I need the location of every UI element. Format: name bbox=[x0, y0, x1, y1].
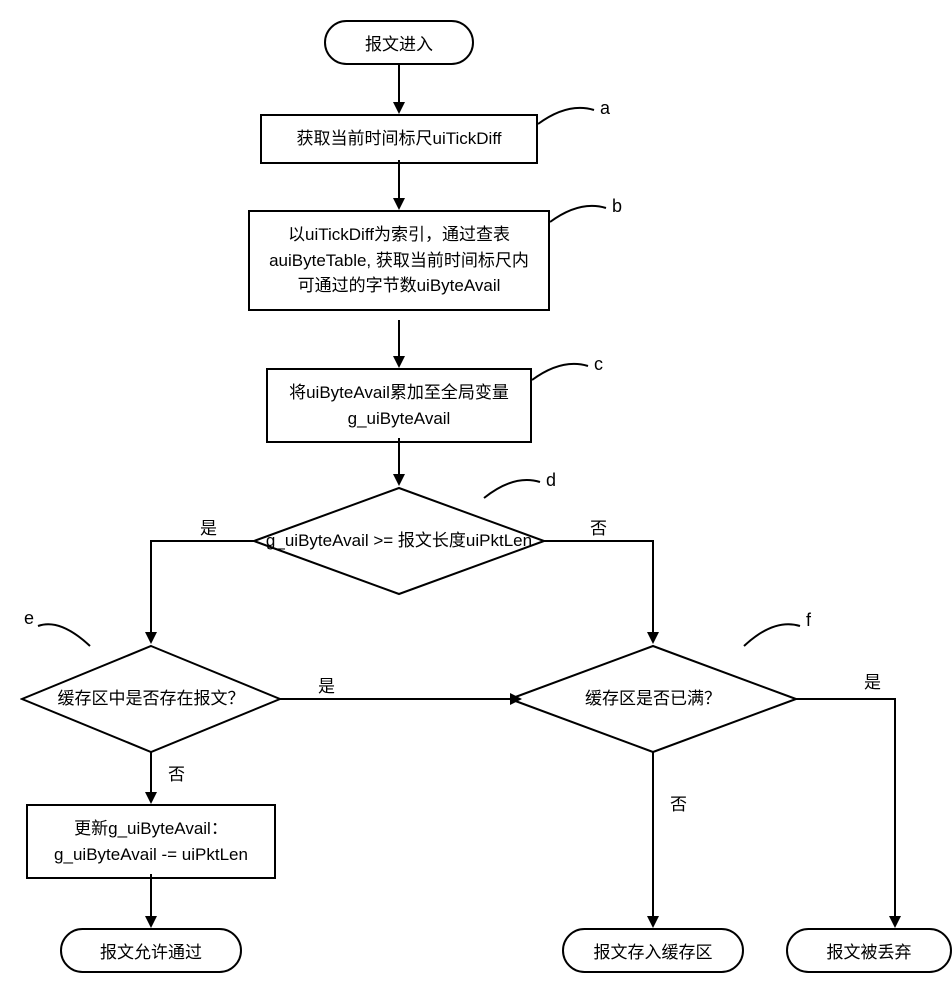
process-b: 以uiTickDiff为索引，通过查表auiByteTable, 获取当前时间标… bbox=[248, 210, 550, 311]
branch-no: 否 bbox=[168, 760, 185, 785]
branch-yes: 是 bbox=[318, 672, 335, 697]
arrowhead bbox=[393, 198, 405, 210]
connector bbox=[796, 698, 896, 700]
connector bbox=[652, 540, 654, 634]
connector bbox=[150, 752, 152, 794]
label-f: f bbox=[806, 610, 811, 631]
decision-d: g_uiByteAvail >= 报文长度uiPktLen bbox=[252, 486, 546, 596]
arrowhead bbox=[647, 916, 659, 928]
end-pass: 报文允许通过 bbox=[60, 928, 242, 973]
connector bbox=[398, 64, 400, 104]
process-update: 更新g_uiByteAvail： g_uiByteAvail -= uiPktL… bbox=[26, 804, 276, 879]
connector bbox=[894, 698, 896, 918]
connector bbox=[150, 540, 254, 542]
process-a: 获取当前时间标尺uiTickDiff bbox=[260, 114, 538, 164]
branch-yes: 是 bbox=[200, 514, 217, 539]
arrowhead bbox=[145, 632, 157, 644]
connector bbox=[398, 320, 400, 358]
end-drop: 报文被丢弃 bbox=[786, 928, 952, 973]
branch-no: 否 bbox=[670, 790, 687, 815]
connector bbox=[398, 160, 400, 200]
connector bbox=[150, 874, 152, 918]
connector bbox=[280, 698, 512, 700]
branch-no: 否 bbox=[590, 514, 607, 539]
end-store: 报文存入缓存区 bbox=[562, 928, 744, 973]
branch-yes: 是 bbox=[864, 668, 881, 693]
connector bbox=[652, 752, 654, 918]
connector bbox=[544, 540, 654, 542]
label-a: a bbox=[600, 98, 610, 119]
arrowhead bbox=[889, 916, 901, 928]
arrowhead bbox=[393, 102, 405, 114]
arrowhead bbox=[145, 792, 157, 804]
connector bbox=[398, 438, 400, 476]
process-c: 将uiByteAvail累加至全局变量g_uiByteAvail bbox=[266, 368, 532, 443]
arrowhead bbox=[510, 693, 522, 705]
label-d: d bbox=[546, 470, 556, 491]
arrowhead bbox=[647, 632, 659, 644]
arrowhead bbox=[145, 916, 157, 928]
arrowhead bbox=[393, 356, 405, 368]
label-c: c bbox=[594, 354, 603, 375]
decision-e: 缓存区中是否存在报文？ bbox=[20, 644, 282, 754]
arrowhead bbox=[393, 474, 405, 486]
flowchart: 报文进入 获取当前时间标尺uiTickDiff a 以uiTickDiff为索引… bbox=[20, 20, 932, 980]
connector bbox=[150, 540, 152, 634]
label-b: b bbox=[612, 196, 622, 217]
label-e: e bbox=[24, 608, 34, 629]
decision-f: 缓存区是否已满？ bbox=[508, 644, 798, 754]
start-terminator: 报文进入 bbox=[324, 20, 474, 65]
